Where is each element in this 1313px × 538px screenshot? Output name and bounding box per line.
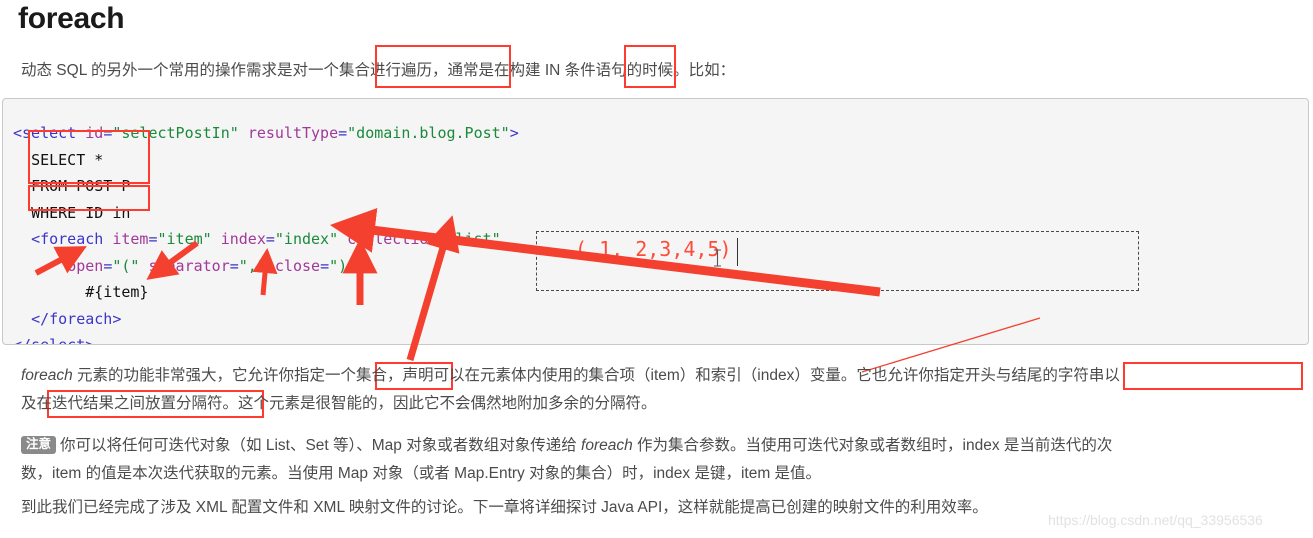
status-badge: 注意 <box>21 436 57 454</box>
code-content: <select id="selectPostIn" resultType="do… <box>13 124 519 345</box>
inline-code-foreach-2: foreach <box>581 437 633 454</box>
intro-paragraph: 动态 SQL 的另外一个常用的操作需求是对一个集合进行遍历，通常是在构建 IN … <box>21 62 736 79</box>
annotation-text: ( 1, 2,3,4,5) <box>575 237 732 261</box>
code-block[interactable]: <select id="selectPostIn" resultType="do… <box>2 98 1309 345</box>
document-page: foreach 动态 SQL 的另外一个常用的操作需求是对一个集合进行遍历，通常… <box>0 0 1313 538</box>
annotation-dashed-box[interactable]: ( 1, 2,3,4,5) <box>536 231 1139 291</box>
watermark: https://blog.csdn.net/qq_33956536 <box>1048 512 1263 528</box>
text-cursor-icon <box>714 249 721 267</box>
text-caret <box>737 238 738 266</box>
paragraph-1-line-2: 及在迭代结果之间放置分隔符。这个元素是很智能的，因此它不会偶然地附加多余的分隔符… <box>21 395 657 412</box>
paragraph-2-line-1b: 作为集合参数。当使用可迭代对象或者数组时，index 是当前迭代的次 <box>632 437 1113 454</box>
paragraph-note: 注意 你可以将任何可迭代对象（如 List、Set 等）、Map 对象或者数组对象… <box>21 432 1311 488</box>
paragraph-2-line-1a: 你可以将任何可迭代对象（如 List、Set 等）、Map 对象或者数组对象传递… <box>60 437 582 454</box>
paragraph-2-line-2: 数，item 的值是本次迭代获取的元素。当使用 Map 对象（或者 Map.En… <box>21 465 822 482</box>
paragraph-1-line-1-rest: 元素的功能非常强大，它允许你指定一个集合，声明可以在元素体内使用的集合项（ite… <box>72 367 1120 384</box>
paragraph-foreach-description: foreach 元素的功能非常强大，它允许你指定一个集合，声明可以在元素体内使用… <box>21 362 1311 418</box>
page-title: foreach <box>18 2 125 35</box>
inline-code-foreach-1: foreach <box>21 367 73 384</box>
